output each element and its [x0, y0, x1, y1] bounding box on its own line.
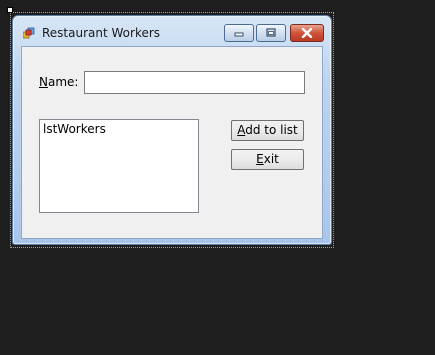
- add-button-text: dd to list: [245, 123, 298, 137]
- name-label-text: ame:: [47, 75, 79, 89]
- minimize-button[interactable]: [224, 24, 254, 42]
- window-title: Restaurant Workers: [42, 26, 161, 40]
- maximize-button[interactable]: [256, 24, 286, 42]
- maximize-icon: [266, 28, 276, 37]
- add-to-list-button[interactable]: Add to list: [231, 120, 304, 141]
- form-window[interactable]: Restaurant Workers Name: lstWorkers Add …: [12, 15, 332, 245]
- name-input[interactable]: [84, 71, 305, 94]
- workers-listbox[interactable]: lstWorkers: [39, 119, 199, 213]
- exit-button-text: xit: [263, 152, 279, 166]
- listbox-design-name: lstWorkers: [43, 122, 106, 136]
- name-label: Name:: [39, 75, 78, 89]
- exit-button[interactable]: Exit: [231, 149, 304, 170]
- minimize-icon: [234, 32, 244, 37]
- title-bar[interactable]: Restaurant Workers: [13, 16, 331, 46]
- designer-canvas: Restaurant Workers Name: lstWorkers Add …: [0, 0, 435, 355]
- name-label-mnemonic: N: [39, 75, 48, 89]
- close-button[interactable]: [290, 24, 324, 42]
- form-client-area: Name: lstWorkers Add to list Exit: [21, 46, 323, 239]
- exit-button-mnemonic: E: [256, 152, 264, 166]
- move-grip-icon[interactable]: [7, 7, 13, 13]
- form-icon: [23, 27, 35, 39]
- close-icon: [301, 28, 313, 38]
